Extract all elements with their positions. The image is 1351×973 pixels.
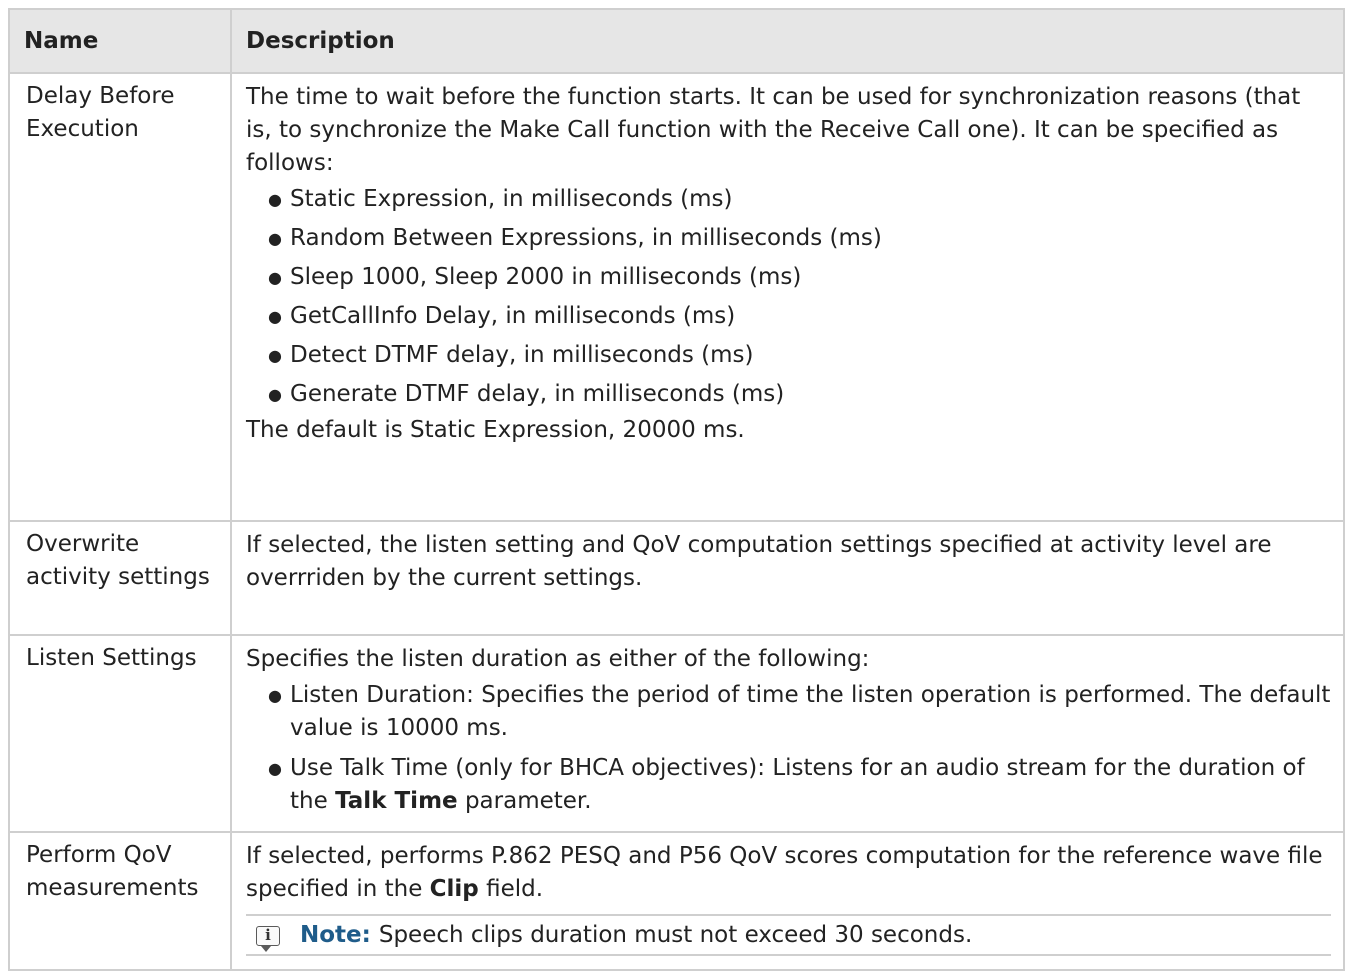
list-item: ● Sleep 1000, Sleep 2000 in milliseconds … bbox=[268, 258, 1333, 297]
delay-intro: The time to wait before the function sta… bbox=[246, 84, 1301, 176]
list-item: ● Random Between Expressions, in millisec… bbox=[268, 219, 1333, 258]
listen-options-list: ● Listen Duration: Specifies the period o… bbox=[246, 676, 1333, 822]
clip-term: Clip bbox=[429, 876, 479, 902]
list-item-text-suffix: parameter. bbox=[457, 788, 592, 814]
listen-intro: Specifies the listen duration as either … bbox=[246, 646, 870, 672]
bullet-icon: ● bbox=[268, 346, 282, 365]
list-item-text: Random Between Expressions, in milliseco… bbox=[290, 225, 882, 251]
list-item-text: Listen Duration: Specifies the period of… bbox=[290, 682, 1331, 741]
row-description-listen: Specifies the listen duration as either … bbox=[230, 634, 1345, 833]
info-icon: i bbox=[256, 925, 280, 952]
bullet-icon: ● bbox=[268, 307, 282, 326]
delay-default: The default is Static Expression, 20000 … bbox=[246, 417, 745, 443]
talk-time-term: Talk Time bbox=[335, 788, 458, 814]
row-name-listen: Listen Settings bbox=[8, 634, 232, 833]
list-item: ● GetCallInfo Delay, in milliseconds (ms) bbox=[268, 297, 1333, 336]
list-item-text: Generate DTMF delay, in milliseconds (ms… bbox=[290, 381, 785, 407]
table-row: Overwrite activity settings If selected,… bbox=[8, 520, 1345, 636]
list-item: ● Static Expression, in milliseconds (ms) bbox=[268, 180, 1333, 219]
qov-description: If selected, performs P.862 PESQ and P56… bbox=[246, 840, 1333, 906]
bullet-icon: ● bbox=[268, 385, 282, 404]
list-item-text: Sleep 1000, Sleep 2000 in milliseconds (… bbox=[290, 264, 802, 290]
list-item-text: GetCallInfo Delay, in milliseconds (ms) bbox=[290, 303, 736, 329]
list-item-text: Static Expression, in milliseconds (ms) bbox=[290, 186, 733, 212]
bullet-icon: ● bbox=[268, 190, 282, 209]
list-item-text: Detect DTMF delay, in milliseconds (ms) bbox=[290, 342, 754, 368]
list-item: ● Listen Duration: Specifies the period o… bbox=[268, 676, 1333, 749]
delay-options-list: ● Static Expression, in milliseconds (ms)… bbox=[246, 180, 1333, 414]
qov-desc-prefix: If selected, performs P.862 PESQ and P56… bbox=[246, 843, 1323, 902]
row-description-qov: If selected, performs P.862 PESQ and P56… bbox=[230, 831, 1345, 971]
bullet-icon: ● bbox=[268, 229, 282, 248]
list-item: ● Generate DTMF delay, in milliseconds (m… bbox=[268, 375, 1333, 414]
qov-desc-suffix: field. bbox=[478, 876, 544, 902]
note-box: i Note: Speech clips duration must not e… bbox=[246, 914, 1331, 956]
bullet-icon: ● bbox=[268, 268, 282, 287]
table-row: Listen Settings Specifies the listen dur… bbox=[8, 634, 1345, 833]
table-row: Perform QoV measurements If selected, pe… bbox=[8, 831, 1345, 971]
header-name: Name bbox=[8, 8, 232, 74]
parameters-table: Name Description Delay Before Execution … bbox=[8, 8, 1345, 971]
row-description-overwrite: If selected, the listen setting and QoV … bbox=[230, 520, 1345, 636]
bullet-icon: ● bbox=[268, 686, 282, 705]
note-label: Note: bbox=[300, 922, 371, 948]
row-name-overwrite: Overwrite activity settings bbox=[8, 520, 232, 636]
row-description-delay: The time to wait before the function sta… bbox=[230, 72, 1345, 522]
header-description: Description bbox=[230, 8, 1345, 74]
row-name-qov: Perform QoV measurements bbox=[8, 831, 232, 971]
list-item: ● Detect DTMF delay, in milliseconds (ms) bbox=[268, 336, 1333, 375]
list-item: ● Use Talk Time (only for BHCA objectives… bbox=[268, 749, 1333, 822]
row-name-delay: Delay Before Execution bbox=[8, 72, 232, 522]
table-row: Delay Before Execution The time to wait … bbox=[8, 72, 1345, 522]
table-header-row: Name Description bbox=[8, 8, 1345, 74]
bullet-icon: ● bbox=[268, 759, 282, 778]
note-text: Speech clips duration must not exceed 30… bbox=[378, 922, 973, 948]
